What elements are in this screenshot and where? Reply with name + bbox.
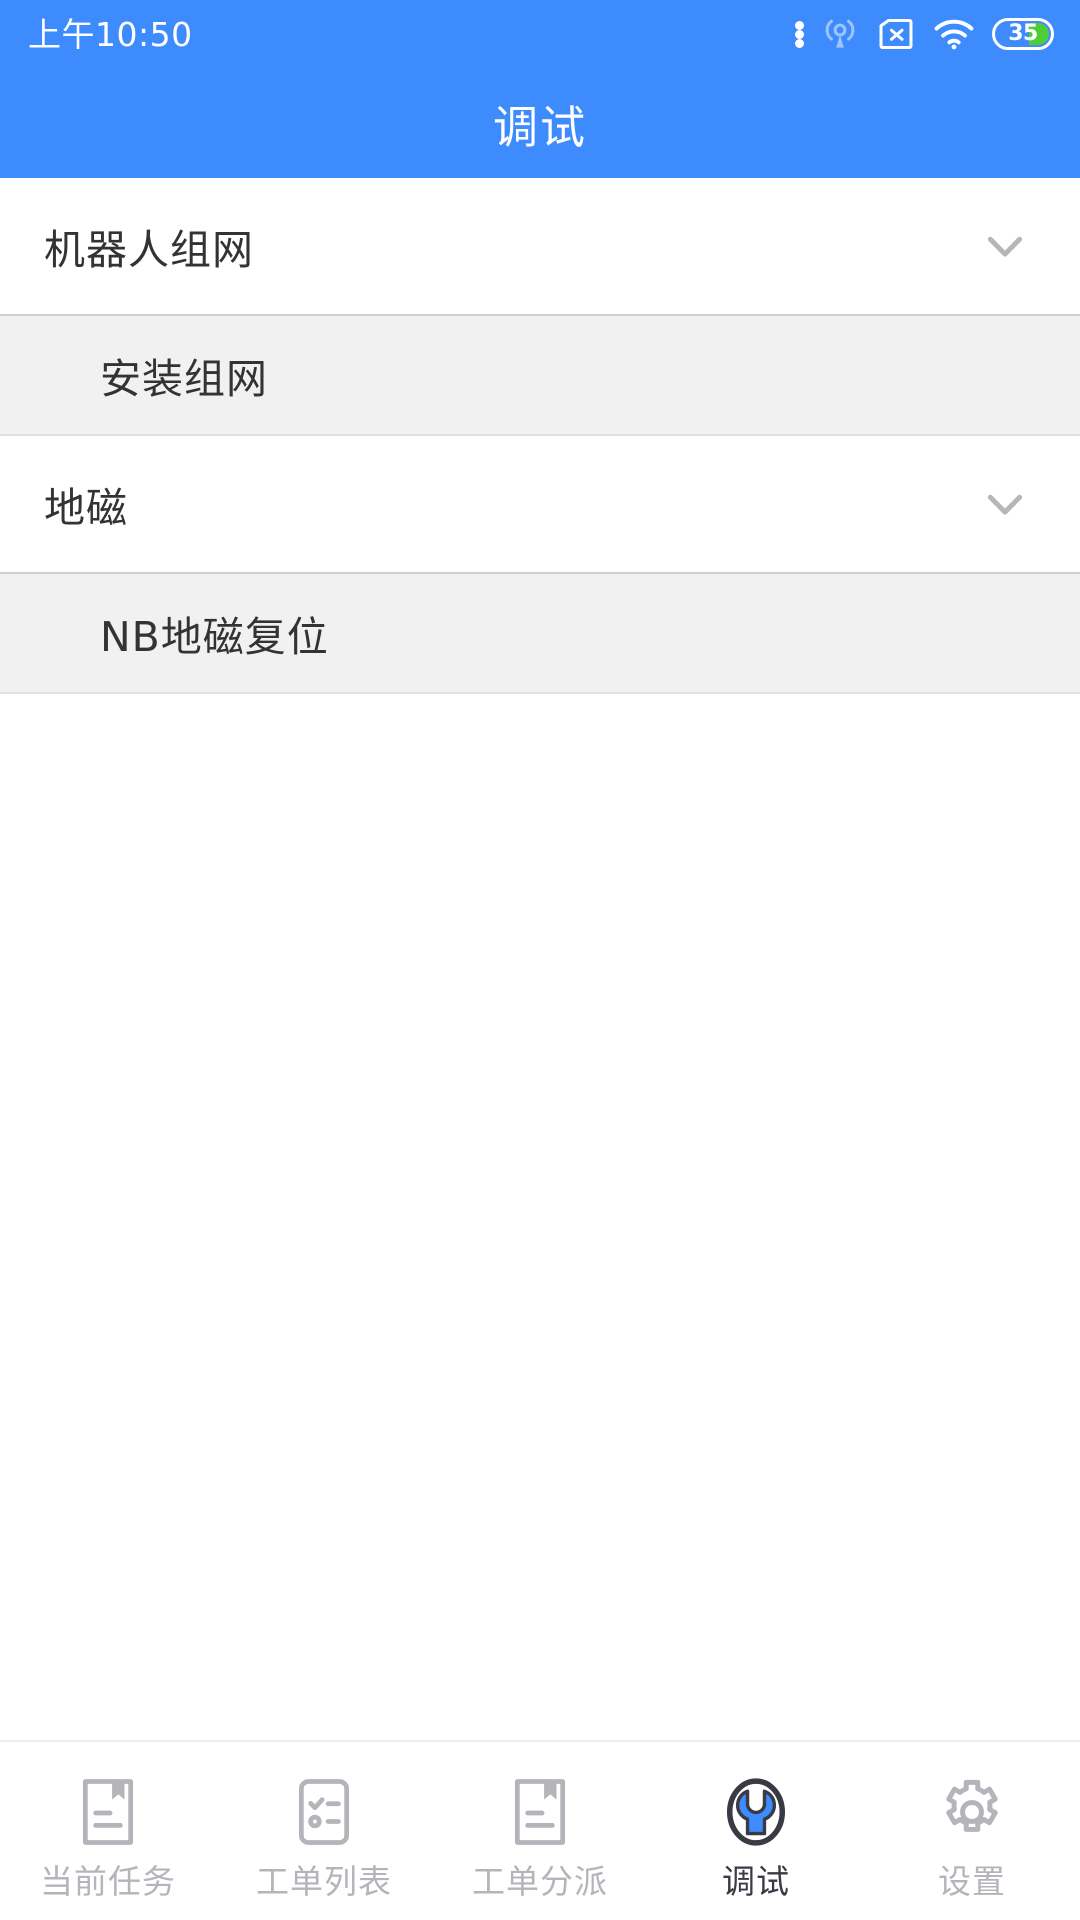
hotspot-icon [821, 15, 859, 53]
bottom-navigation: 当前任务 工单列表 工单分派 调试 设置 [0, 1740, 1080, 1920]
sub-item-install-network[interactable]: 安装组网 [0, 316, 1080, 436]
sub-item-label: NB地磁复位 [100, 613, 329, 661]
tab-debug[interactable]: 调试 [648, 1742, 864, 1920]
tab-work-order-list[interactable]: 工单列表 [216, 1742, 432, 1920]
document-bookmark-icon [501, 1773, 579, 1851]
tab-label: 工单分派 [472, 1861, 608, 1901]
document-bookmark-icon [69, 1773, 147, 1851]
more-dots-icon [795, 20, 804, 48]
sim-card-disabled-icon [876, 16, 916, 52]
status-bar: 上午10:50 35 [0, 0, 1080, 68]
page-title: 调试 [492, 100, 587, 154]
group-title: 地磁 [44, 484, 128, 532]
debug-menu-list: 机器人组网 安装组网 地磁 NB地磁复位 [0, 178, 1080, 1740]
tab-label: 设置 [938, 1861, 1006, 1901]
tab-work-order-dispatch[interactable]: 工单分派 [432, 1742, 648, 1920]
chevron-down-icon[interactable] [978, 219, 1032, 273]
battery-level: 35 [1008, 21, 1038, 46]
tab-label: 调试 [722, 1861, 790, 1901]
tab-label: 当前任务 [40, 1861, 176, 1901]
tab-settings[interactable]: 设置 [864, 1742, 1080, 1920]
app-root: 上午10:50 35 调试 机器人组网 安装组网 地磁 NB地磁复位 当前任务 … [0, 0, 1080, 1920]
group-header-geomagnetic[interactable]: 地磁 [0, 436, 1080, 574]
sub-item-label: 安装组网 [100, 355, 268, 403]
status-bar-clock: 上午10:50 [28, 14, 193, 54]
tab-current-task[interactable]: 当前任务 [0, 1742, 216, 1920]
group-title: 机器人组网 [44, 226, 254, 274]
tab-label: 工单列表 [256, 1861, 392, 1901]
checklist-icon [285, 1773, 363, 1851]
wifi-icon [933, 17, 975, 51]
chevron-down-icon[interactable] [978, 477, 1032, 531]
group-header-robot-network[interactable]: 机器人组网 [0, 178, 1080, 316]
status-bar-icons: 35 [795, 15, 1054, 53]
battery-icon: 35 [992, 18, 1054, 50]
gear-icon [933, 1773, 1011, 1851]
app-header: 调试 [0, 68, 1080, 178]
sub-item-nb-geomagnetic-reset[interactable]: NB地磁复位 [0, 574, 1080, 694]
wrench-circle-icon [717, 1773, 795, 1851]
